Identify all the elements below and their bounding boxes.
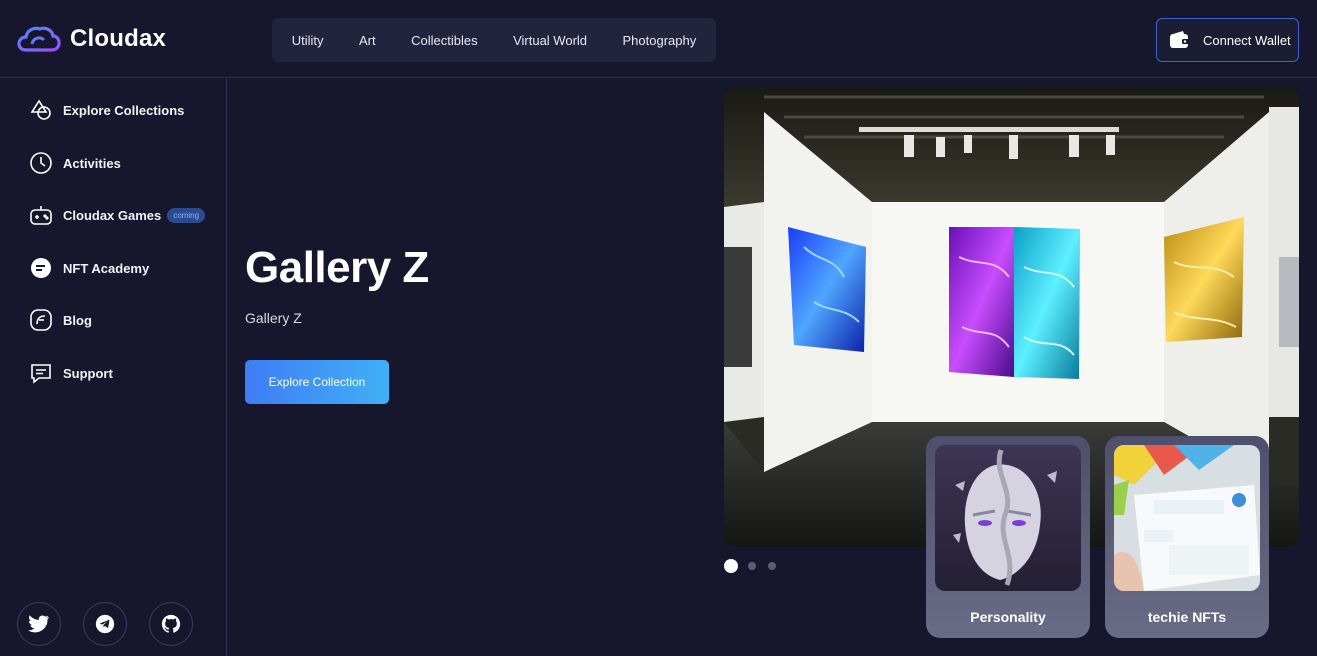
telegram-icon bbox=[95, 614, 115, 634]
nav-virtual-world[interactable]: Virtual World bbox=[509, 27, 591, 54]
nav-utility[interactable]: Utility bbox=[288, 27, 328, 54]
carousel-dot-3[interactable] bbox=[768, 562, 776, 570]
sidebar-item-support[interactable]: Support bbox=[29, 359, 113, 387]
category-nav: Utility Art Collectibles Virtual World P… bbox=[272, 18, 716, 62]
sidebar-item-label: Support bbox=[63, 365, 113, 381]
carousel-dot-2[interactable] bbox=[748, 562, 756, 570]
nav-art[interactable]: Art bbox=[355, 27, 380, 54]
coming-soon-badge: coming bbox=[167, 207, 206, 223]
techie-nfts-thumbnail bbox=[1114, 445, 1260, 591]
explore-collection-button[interactable]: Explore Collection bbox=[245, 360, 389, 404]
brand-name: Cloudax bbox=[70, 25, 167, 52]
wallet-icon bbox=[1170, 31, 1190, 48]
personality-thumbnail bbox=[935, 445, 1081, 591]
hero-title: Gallery Z bbox=[245, 243, 429, 292]
sidebar-item-label: Activities bbox=[63, 155, 121, 171]
sidebar-item-label: Cloudax Games bbox=[63, 207, 162, 223]
collections-icon bbox=[30, 99, 51, 120]
chat-icon bbox=[31, 364, 51, 384]
sidebar-item-nft-academy[interactable]: NFT Academy bbox=[29, 254, 149, 282]
collection-card-personality[interactable]: Personality bbox=[926, 436, 1090, 638]
github-link[interactable] bbox=[149, 602, 193, 646]
github-icon bbox=[161, 614, 181, 633]
clock-icon bbox=[30, 152, 52, 174]
nav-photography[interactable]: Photography bbox=[619, 27, 701, 54]
twitter-icon bbox=[28, 615, 50, 633]
brand-logo[interactable]: Cloudax bbox=[16, 24, 166, 54]
sidebar-item-explore-collections[interactable]: Explore Collections bbox=[29, 96, 184, 124]
sidebar-item-cloudax-games[interactable]: Cloudax Games coming bbox=[29, 201, 206, 229]
sidebar-item-activities[interactable]: Activities bbox=[29, 149, 121, 177]
cloud-logo-icon bbox=[17, 26, 61, 52]
card-label: Personality bbox=[970, 609, 1046, 625]
connect-wallet-button[interactable]: Connect Wallet bbox=[1156, 18, 1299, 62]
academy-icon bbox=[31, 258, 51, 278]
connect-wallet-label: Connect Wallet bbox=[1203, 32, 1291, 48]
top-bar: Cloudax Utility Art Collectibles Virtual… bbox=[0, 0, 1317, 78]
sidebar: Explore Collections Activities Cloudax G… bbox=[0, 78, 227, 656]
hero-subtitle: Gallery Z bbox=[245, 310, 302, 326]
sidebar-item-blog[interactable]: Blog bbox=[29, 306, 92, 334]
card-label: techie NFTs bbox=[1147, 609, 1227, 625]
telegram-link[interactable] bbox=[83, 602, 127, 646]
nav-collectibles[interactable]: Collectibles bbox=[407, 27, 481, 54]
carousel-dots bbox=[724, 559, 788, 573]
collection-card-techie-nfts[interactable]: techie NFTs bbox=[1105, 436, 1269, 638]
sidebar-item-label: Explore Collections bbox=[63, 102, 185, 118]
twitter-link[interactable] bbox=[17, 602, 61, 646]
carousel-dot-1[interactable] bbox=[724, 559, 738, 573]
gamepad-icon bbox=[30, 206, 52, 225]
sidebar-item-label: NFT Academy bbox=[63, 260, 150, 276]
sidebar-item-label: Blog bbox=[63, 312, 92, 328]
blog-icon bbox=[30, 309, 52, 331]
